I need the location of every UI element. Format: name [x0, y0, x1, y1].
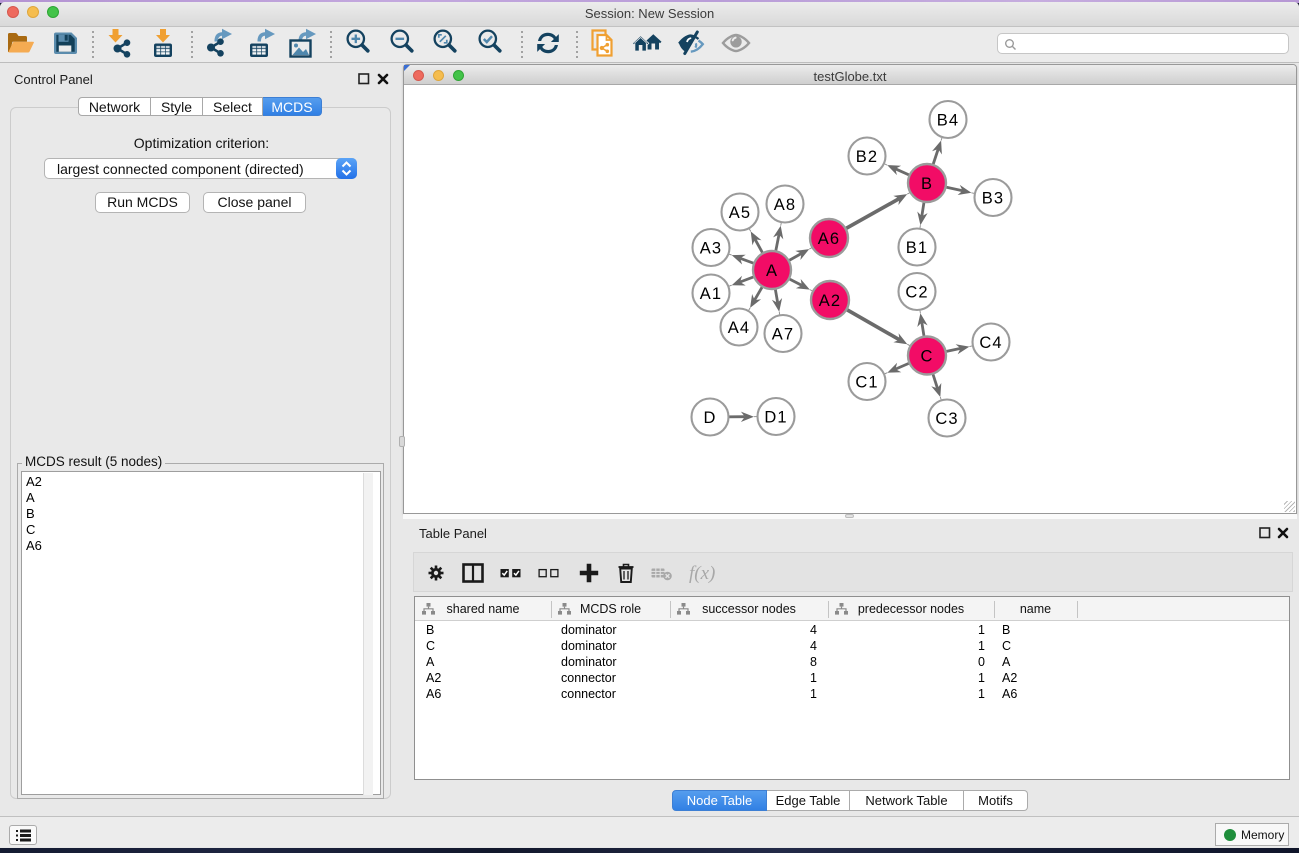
svg-text:A1: A1 [700, 285, 722, 303]
svg-text:B: B [921, 175, 933, 193]
svg-text:C4: C4 [979, 334, 1002, 352]
svg-text:C2: C2 [905, 283, 928, 301]
svg-text:A5: A5 [729, 204, 751, 222]
svg-text:A8: A8 [774, 196, 796, 214]
svg-text:D: D [703, 409, 716, 427]
svg-text:A: A [766, 262, 778, 280]
svg-text:B3: B3 [982, 189, 1004, 207]
svg-text:C: C [920, 347, 933, 365]
svg-text:B4: B4 [937, 111, 959, 129]
svg-text:C1: C1 [855, 373, 878, 391]
svg-text:A4: A4 [728, 319, 750, 337]
svg-text:A3: A3 [700, 239, 722, 257]
svg-text:D1: D1 [764, 408, 787, 426]
svg-text:B2: B2 [856, 148, 878, 166]
svg-text:A2: A2 [819, 292, 841, 310]
svg-text:A7: A7 [772, 325, 794, 343]
svg-text:C3: C3 [935, 410, 958, 428]
svg-text:f(x): f(x) [689, 563, 715, 584]
svg-text:B1: B1 [906, 239, 928, 257]
svg-text:A6: A6 [818, 230, 840, 248]
